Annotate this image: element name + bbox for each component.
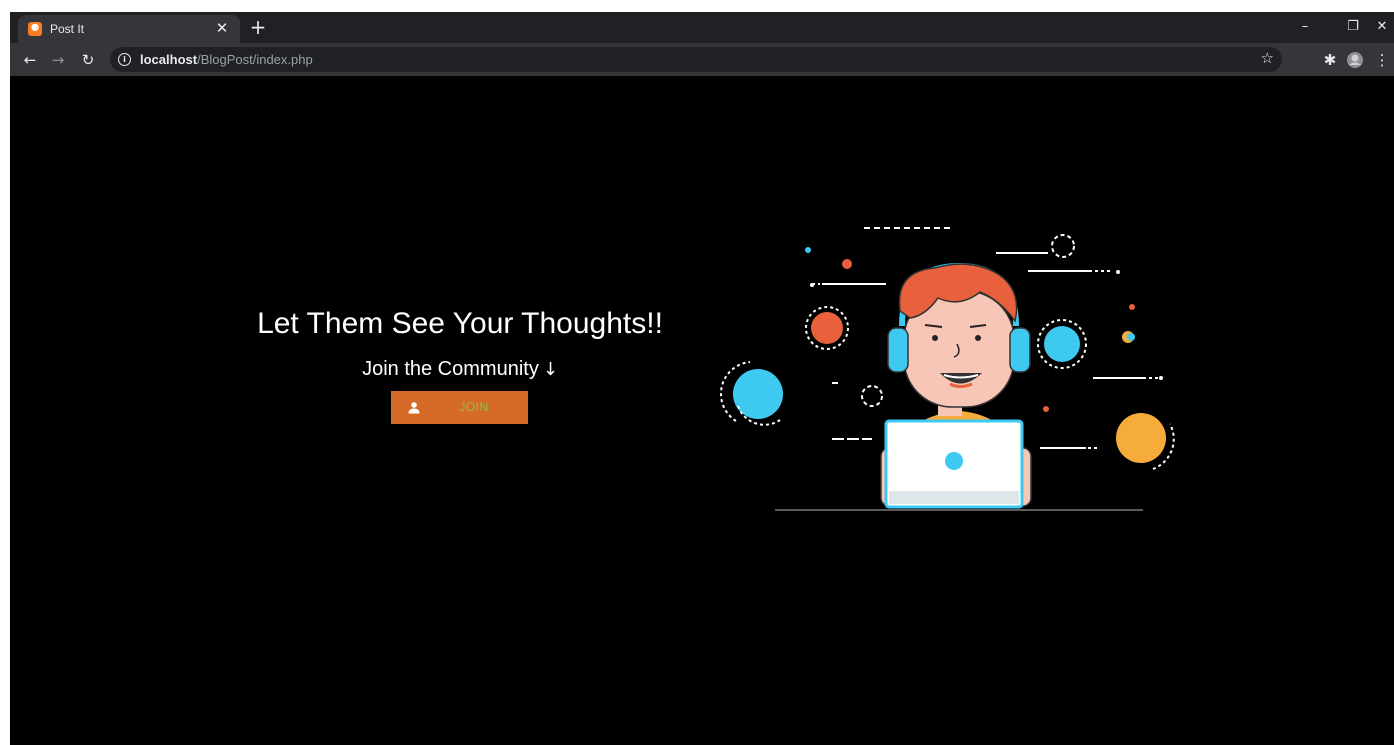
url-text[interactable]: localhost/BlogPost/index.php [140,52,313,67]
join-button-label: JOIN [459,400,489,414]
page-content: Let Them See Your Thoughts!! Join the Co… [10,76,1394,745]
url-host: localhost [140,52,198,67]
join-button[interactable]: JOIN [391,391,528,424]
browser-window: ⚈ Post It ✕ + – ❐ ✕ ← → ↻ i localhost/Bl… [10,12,1394,745]
tab-strip: ⚈ Post It ✕ + – ❐ ✕ [10,12,1394,43]
person-laptop-illustration [719,227,1175,511]
new-tab-icon[interactable]: + [246,15,270,39]
minimize-icon[interactable]: – [1291,16,1319,38]
tab-post-it[interactable]: ⚈ Post It ✕ [18,15,240,43]
forward-icon[interactable]: → [46,48,70,72]
browser-toolbar: ← → ↻ i localhost/BlogPost/index.php ☆ ✱… [10,43,1394,76]
hero-headline: Let Them See Your Thoughts!! [257,307,663,340]
back-icon[interactable]: ← [18,48,42,72]
address-bar[interactable]: i localhost/BlogPost/index.php ☆ [110,47,1282,72]
arrow-down-icon: ↓ [542,359,558,380]
profile-avatar-icon[interactable] [1343,48,1367,72]
bookmark-star-icon[interactable]: ☆ [1261,49,1274,67]
tab-title: Post It [50,22,85,36]
xampp-favicon-icon: ⚈ [28,22,42,36]
menu-icon[interactable]: ⋮ [1370,48,1394,72]
close-window-icon[interactable]: ✕ [1368,16,1394,38]
url-path: /BlogPost/index.php [197,52,313,67]
user-icon [408,402,420,414]
hero-subheading: Join the Community ↓ [260,358,660,381]
restore-icon[interactable]: ❐ [1339,16,1367,38]
site-info-icon[interactable]: i [118,53,131,66]
extensions-icon[interactable]: ✱ [1318,48,1342,72]
reload-icon[interactable]: ↻ [76,48,100,72]
subheading-text: Join the Community [362,358,539,380]
tab-close-icon[interactable]: ✕ [212,18,232,38]
